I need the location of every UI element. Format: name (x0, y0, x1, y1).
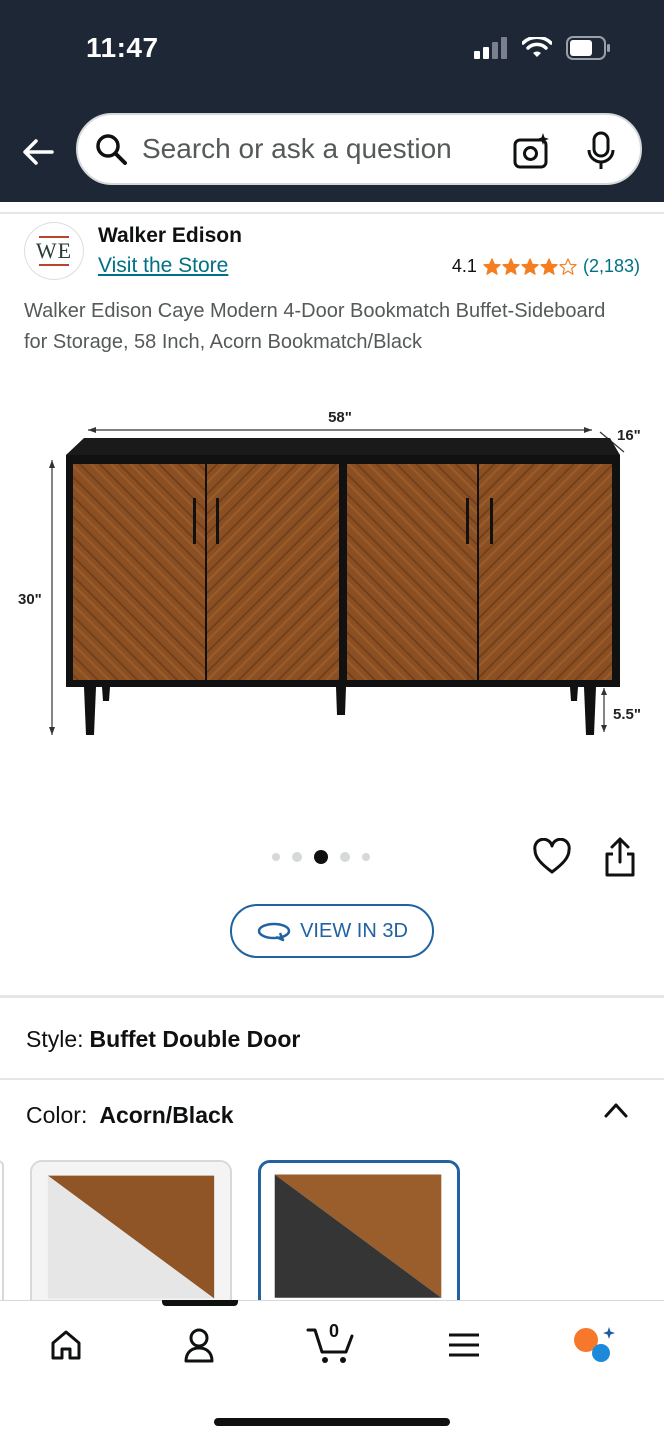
review-count[interactable]: (2,183) (583, 256, 640, 277)
dimension-depth: 16" (617, 427, 641, 444)
app-header: 11:47 (0, 0, 664, 202)
color-label: Color: (26, 1102, 88, 1128)
product-title: Walker Edison Caye Modern 4-Door Bookmat… (24, 300, 606, 353)
product-image[interactable]: 58" 16" 30" 5.5" (0, 380, 664, 780)
carousel-dot[interactable] (292, 852, 302, 862)
brand-name: Walker Edison (98, 224, 242, 247)
nav-rufus[interactable] (570, 1325, 618, 1365)
logo-bar (39, 264, 69, 266)
dimension-height: 30" (18, 591, 42, 608)
image-carousel-dots[interactable] (272, 850, 370, 864)
divider (0, 995, 664, 998)
brand-logo-text: WE (35, 238, 73, 263)
nav-cart[interactable]: 0 (304, 1321, 360, 1365)
home-indicator (214, 1418, 450, 1426)
dimension-width: 58" (328, 409, 352, 426)
nav-menu[interactable] (440, 1325, 488, 1365)
search-icon (96, 134, 127, 165)
rating-value: 4.1 (451, 256, 477, 276)
style-value: Buffet Double Door (89, 1026, 301, 1052)
account-icon (184, 1328, 214, 1363)
star-icon (521, 257, 539, 275)
carousel-dot[interactable] (272, 853, 280, 861)
rating-summary[interactable]: 4.1 (2,183) (452, 256, 640, 277)
divider (0, 1078, 664, 1080)
color-selector: Color: Acorn/Black (26, 1102, 234, 1129)
style-label: Style: (26, 1026, 84, 1052)
star-icon (483, 257, 501, 275)
active-tab-indicator (162, 1300, 238, 1306)
rufus-icon (574, 1327, 615, 1362)
carousel-dot[interactable] (340, 852, 350, 862)
carousel-dot[interactable] (314, 850, 328, 864)
view-in-3d-button[interactable]: VIEW IN 3D (230, 904, 434, 958)
home-icon (51, 1330, 81, 1360)
battery-icon (566, 36, 610, 60)
back-arrow-icon[interactable] (18, 132, 58, 172)
visit-store-link[interactable]: Visit the Store (98, 254, 228, 278)
menu-icon (449, 1333, 479, 1357)
wifi-icon (522, 37, 552, 57)
rotate-3d-icon (257, 922, 291, 942)
star-icon (559, 257, 577, 275)
color-value: Acorn/Black (99, 1102, 234, 1128)
view-in-3d-label: VIEW IN 3D (300, 919, 408, 942)
star-icon (502, 257, 520, 275)
cart-count: 0 (329, 1321, 340, 1341)
share-icon[interactable] (602, 836, 638, 878)
star-rating (483, 257, 577, 276)
chevron-up-icon[interactable] (600, 1098, 632, 1122)
status-icons (474, 36, 612, 60)
brand-logo[interactable]: WE (24, 222, 84, 280)
color-swatch-previous[interactable] (0, 1160, 4, 1310)
microphone-icon[interactable] (584, 131, 618, 171)
heart-icon[interactable] (532, 838, 572, 876)
star-icon (540, 257, 558, 275)
camera-icon[interactable] (512, 131, 552, 171)
nav-home[interactable] (42, 1325, 90, 1365)
carousel-dot[interactable] (362, 853, 370, 861)
color-swatch-acorn-black[interactable] (258, 1160, 460, 1320)
status-time: 11:47 (86, 32, 159, 63)
cellular-signal-icon (474, 37, 507, 59)
dimension-leg: 5.5" (613, 706, 641, 723)
search-input[interactable] (142, 133, 482, 165)
color-swatch-acorn-white[interactable] (30, 1160, 232, 1320)
divider (0, 212, 664, 214)
nav-account[interactable] (175, 1325, 223, 1365)
search-bar (76, 113, 642, 185)
style-selector[interactable]: Style: Buffet Double Door (26, 1026, 300, 1053)
